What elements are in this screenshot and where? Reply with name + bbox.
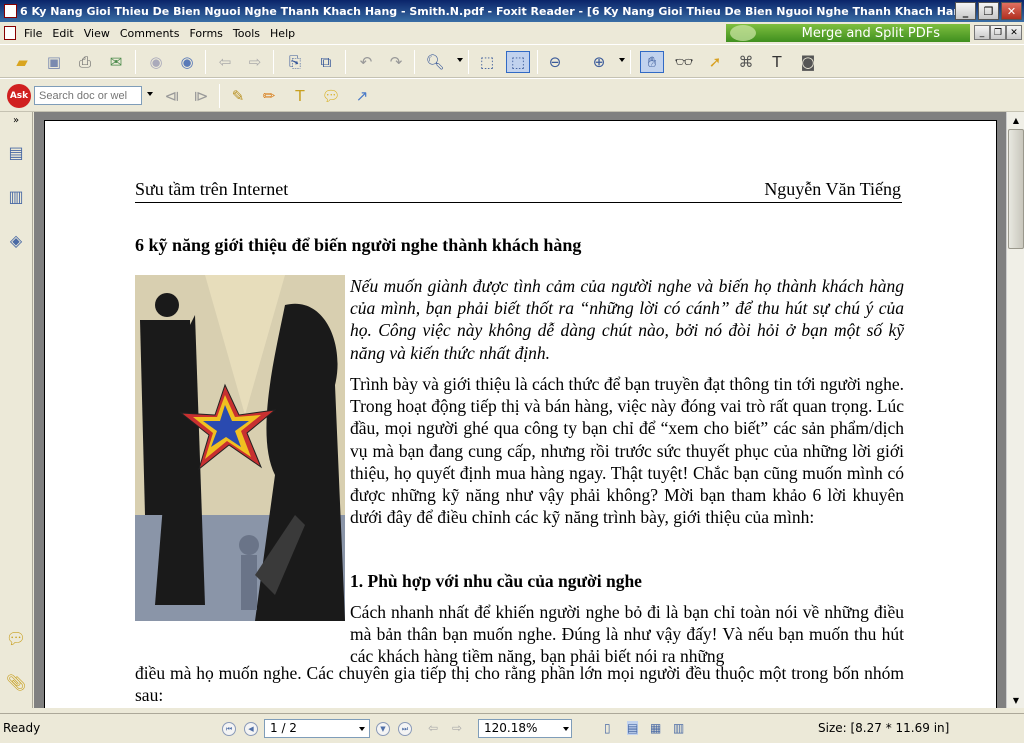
menu-file[interactable]: File	[19, 27, 47, 40]
status-ready: Ready	[3, 721, 41, 735]
reading-glasses-icon[interactable]: 👓︎	[672, 51, 696, 73]
page-number-value: 1 / 2	[270, 721, 297, 735]
continuous-icon[interactable]: ▤	[627, 721, 639, 735]
window-title: 6 Ky Nang Gioi Thieu De Bien Nguoi Nghe …	[20, 4, 955, 18]
zoom-out-icon[interactable]: ⊖	[543, 51, 567, 73]
snapshot-camera-icon[interactable]: ◙	[796, 51, 820, 73]
pdf-page: Sưu tầm trên Internet Nguyễn Văn Tiếng 6…	[44, 120, 997, 708]
zoom-level-value: 120.18%	[484, 721, 538, 735]
last-page-button[interactable]: ⏭	[398, 722, 412, 736]
select-arrow-icon[interactable]: ➚	[703, 51, 727, 73]
next-result-icon[interactable]: ⧐	[189, 85, 213, 107]
menu-forms[interactable]: Forms	[184, 27, 227, 40]
page-size-readout: Size: [8.27 * 11.69 in]	[818, 721, 950, 735]
layers-panel-icon[interactable]: ◈	[4, 226, 28, 254]
app-icon	[4, 4, 17, 18]
save-icon[interactable]: ▣	[42, 51, 66, 73]
search-input[interactable]	[34, 86, 142, 105]
pencil-tool-icon[interactable]: ✏	[257, 85, 281, 107]
zoom-level-field[interactable]: 120.18%	[478, 719, 572, 738]
attachments-icon[interactable]: 📎︎	[4, 668, 28, 696]
close-button[interactable]: ✕	[1001, 2, 1022, 20]
back-icon[interactable]: ⇦	[213, 51, 237, 73]
zoom-in-icon[interactable]: ⊕	[587, 51, 611, 73]
fit-page-icon[interactable]: ⬚	[475, 51, 499, 73]
navigation-panel: » ▤ ▥ ◈ 💬︎ 📎︎	[0, 112, 33, 708]
intro-paragraph: Nếu muốn giành được tình cảm của người n…	[350, 276, 904, 363]
scroll-up-arrow[interactable]: ▲	[1008, 112, 1024, 128]
body-paragraph-2a: Cách nhanh nhất để khiến người nghe bỏ đ…	[350, 602, 904, 667]
secondary-toolbar: Ask ⧏ ⧐ ✎ ✏ T 💬︎ ↗	[0, 78, 1024, 112]
doc-close-button[interactable]: ✕	[1006, 25, 1022, 40]
forward-icon[interactable]: ⇨	[243, 51, 267, 73]
redo-icon[interactable]: ↷	[384, 51, 408, 73]
forward-view-icon[interactable]: ⇨	[452, 721, 462, 735]
body-paragraph-1: Trình bày và giới thiệu là cách thức để …	[350, 374, 904, 528]
menu-view[interactable]: View	[79, 27, 115, 40]
hand-tool-icon[interactable]: ✋︎	[640, 51, 664, 73]
comment-icon[interactable]: 💬︎	[319, 85, 343, 107]
pages-panel-icon[interactable]: ▤	[4, 138, 28, 166]
scroll-down-arrow[interactable]: ▼	[1008, 692, 1024, 708]
note-tool-icon[interactable]: ✎	[226, 85, 250, 107]
expand-panel-icon[interactable]: »	[4, 112, 28, 128]
next-page-icon[interactable]: ◉	[175, 51, 199, 73]
article-title: 6 kỹ năng giới thiệu để biến người nghe …	[135, 235, 582, 255]
doc-icon	[4, 26, 16, 40]
single-page-icon[interactable]: ▯	[604, 721, 611, 735]
page-number-field[interactable]: 1 / 2	[264, 719, 370, 738]
undo-icon[interactable]: ↶	[354, 51, 378, 73]
continuous-facing-icon[interactable]: ▥	[673, 721, 684, 735]
next-page-button[interactable]: ▼	[376, 722, 390, 736]
typewriter-icon[interactable]: T	[288, 85, 312, 107]
menu-edit[interactable]: Edit	[47, 27, 78, 40]
banner-label: Merge and Split PDFs	[801, 25, 940, 41]
doc-restore-button[interactable]: ❐	[990, 25, 1006, 40]
previous-result-icon[interactable]: ⧏	[160, 85, 184, 107]
first-page-button[interactable]: ⏮	[222, 722, 236, 736]
select-text-icon[interactable]: T	[765, 51, 789, 73]
article-illustration	[135, 275, 345, 621]
section-heading-1: 1. Phù hợp với nhu cầu của người nghe	[350, 571, 642, 591]
maximize-button[interactable]: ❐	[978, 2, 999, 20]
leaf-icon	[730, 25, 756, 41]
back-view-icon[interactable]: ⇦	[428, 721, 438, 735]
find-binoculars-icon[interactable]: ⌘	[734, 51, 758, 73]
vertical-scrollbar[interactable]: ▲ ▼	[1006, 112, 1024, 708]
arrow-tool-icon[interactable]: ↗	[350, 85, 374, 107]
status-bar: Ready ⏮ ◀ 1 / 2 ▼ ⏭ ⇦ ⇨ 120.18% ▯ ▤ ▦ ▥ …	[0, 713, 1024, 743]
doc-minimize-button[interactable]: _	[974, 25, 990, 40]
menu-help[interactable]: Help	[265, 27, 300, 40]
print-icon[interactable]: ⎙	[73, 51, 97, 73]
previous-page-button[interactable]: ◀	[244, 722, 258, 736]
page-header-left: Sưu tầm trên Internet	[135, 179, 289, 199]
zoom-in-tool-icon[interactable]: 🔍︎	[423, 51, 447, 73]
minimize-button[interactable]: _	[955, 2, 976, 20]
extract-page-icon[interactable]: ⎘	[283, 51, 307, 73]
fit-width-icon[interactable]: ⬚	[506, 51, 530, 73]
menu-tools[interactable]: Tools	[228, 27, 265, 40]
main-toolbar: ▰ ▣ ⎙ ✉ ◉ ◉ ⇦ ⇨ ⎘ ⧉ ↶ ↷ 🔍︎ ⬚ ⬚ ⊖ ⊕ ✋︎ 👓︎…	[0, 44, 1024, 78]
menu-comments[interactable]: Comments	[115, 27, 185, 40]
page-header-right: Nguyễn Văn Tiếng	[764, 179, 901, 199]
header-rule	[135, 202, 902, 203]
merge-split-banner[interactable]: Merge and Split PDFs	[726, 24, 970, 42]
email-icon[interactable]: ✉	[104, 51, 128, 73]
document-viewer[interactable]: Sưu tầm trên Internet Nguyễn Văn Tiếng 6…	[34, 112, 1006, 708]
facing-icon[interactable]: ▦	[650, 721, 661, 735]
scroll-thumb[interactable]	[1008, 129, 1024, 249]
bookmarks-panel-icon[interactable]: ▥	[4, 182, 28, 210]
split-page-icon[interactable]: ⧉	[314, 51, 338, 73]
comments-panel-icon[interactable]: 💬︎	[4, 624, 28, 652]
first-page-icon[interactable]: ◉	[144, 51, 168, 73]
ask-logo-icon[interactable]: Ask	[7, 84, 31, 108]
title-bar: 6 Ky Nang Gioi Thieu De Bien Nguoi Nghe …	[0, 0, 1024, 22]
open-icon[interactable]: ▰	[10, 51, 34, 73]
body-paragraph-2b: điều mà họ muốn nghe. Các chuyên gia tiế…	[135, 663, 904, 706]
